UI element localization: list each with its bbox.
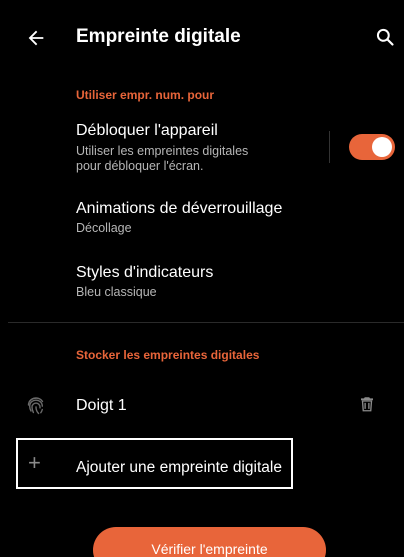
back-button[interactable] (22, 24, 50, 52)
unlock-device-toggle[interactable] (349, 134, 395, 160)
plus-icon: + (28, 450, 41, 475)
section-divider (8, 322, 404, 323)
trash-icon (361, 397, 373, 412)
unlock-device-title: Débloquer l'appareil (76, 122, 218, 139)
search-icon (376, 28, 394, 46)
indicator-styles-title: Styles d'indicateurs (76, 264, 214, 281)
delete-finger-button[interactable] (356, 393, 378, 415)
add-fingerprint-label: Ajouter une empreinte digitale (76, 459, 282, 476)
fingerprint-icon (27, 397, 44, 415)
add-fingerprint-row[interactable]: + Ajouter une empreinte digitale (16, 438, 293, 489)
unlock-animations-row[interactable]: Animations de déverrouillage Décollage (0, 196, 404, 242)
page-title: Empreinte digitale (76, 26, 241, 47)
section-header-use: Utiliser empr. num. pour (76, 88, 215, 102)
verify-fingerprint-button[interactable]: Vérifier l'empreinte (93, 527, 326, 557)
toggle-knob (372, 137, 392, 157)
unlock-animations-subtitle: Décollage (76, 221, 132, 235)
unlock-device-row[interactable]: Débloquer l'appareil Utiliser les emprei… (0, 118, 404, 184)
app-bar: Empreinte digitale (0, 0, 404, 78)
search-button[interactable] (372, 24, 398, 50)
unlock-device-subtitle-line2: pour débloquer l'écran. (76, 159, 204, 173)
row-divider (329, 131, 330, 163)
indicator-styles-subtitle: Bleu classique (76, 285, 157, 299)
indicator-styles-row[interactable]: Styles d'indicateurs Bleu classique (0, 260, 404, 306)
unlock-animations-title: Animations de déverrouillage (76, 200, 283, 217)
section-header-store: Stocker les empreintes digitales (76, 348, 260, 362)
arrow-left-icon (28, 30, 44, 46)
finger-name: Doigt 1 (76, 397, 127, 414)
fingerprint-settings-screen: Empreinte digitale Utiliser empr. num. p… (0, 0, 404, 557)
finger-row[interactable]: Doigt 1 (0, 384, 404, 426)
unlock-device-subtitle-line1: Utiliser les empreintes digitales (76, 144, 249, 158)
